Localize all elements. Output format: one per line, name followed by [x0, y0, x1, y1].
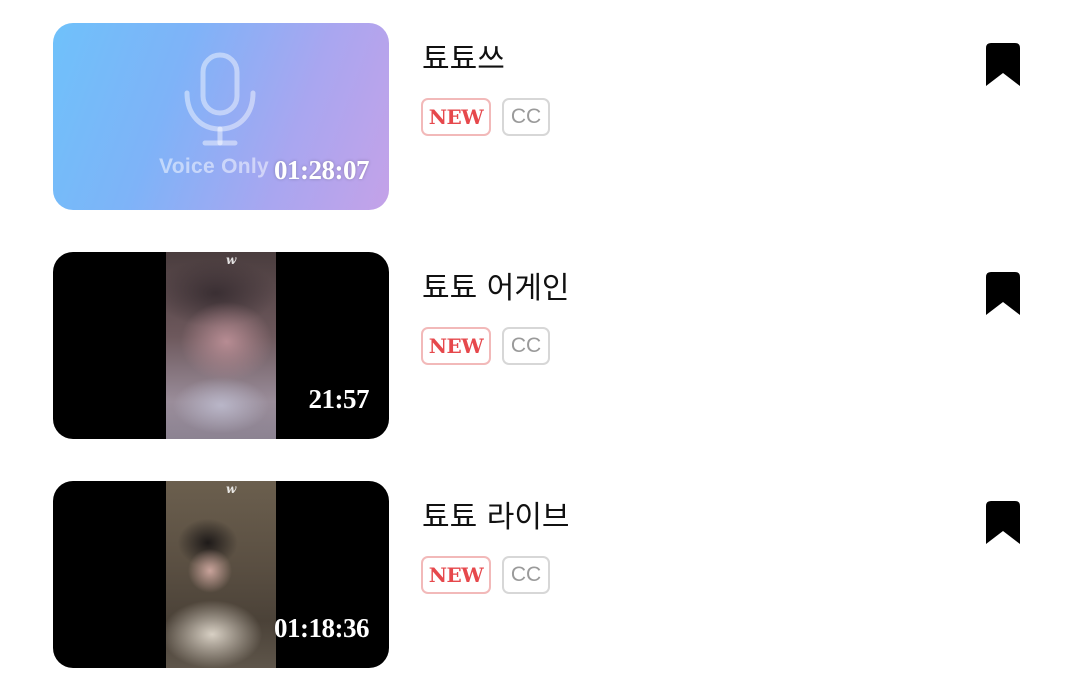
bookmark-icon[interactable] — [983, 42, 1023, 88]
cc-badge: CC — [502, 98, 550, 136]
video-thumbnail[interactable]: Voice Only 01:28:07 — [53, 23, 389, 210]
cc-badge: CC — [502, 556, 550, 594]
microphone-icon — [184, 52, 256, 146]
video-duration: 01:18:36 — [274, 613, 369, 643]
video-list-item[interactable]: w 21:57 툐툐 어게인 NEW CC — [0, 251, 1080, 441]
weverse-watermark-icon: w — [226, 482, 237, 496]
live-video-frame: w — [166, 481, 276, 668]
video-list: Voice Only 01:28:07 툐툐쓰 NEW CC w 21:57 툐… — [0, 0, 1080, 684]
video-duration: 21:57 — [308, 384, 370, 414]
bookmark-icon[interactable] — [983, 500, 1023, 546]
video-thumbnail[interactable]: w 01:18:36 — [53, 481, 389, 668]
voice-only-label: Voice Only — [159, 155, 269, 178]
video-title[interactable]: 툐툐 라이브 — [422, 492, 570, 536]
new-badge: NEW — [421, 327, 491, 365]
weverse-watermark-icon: w — [226, 253, 237, 267]
video-title[interactable]: 툐툐쓰 — [422, 34, 505, 78]
cc-badge: CC — [502, 327, 550, 365]
new-badge: NEW — [421, 98, 491, 136]
video-list-item[interactable]: Voice Only 01:28:07 툐툐쓰 NEW CC — [0, 22, 1080, 212]
video-thumbnail[interactable]: w 21:57 — [53, 252, 389, 439]
video-title[interactable]: 툐툐 어게인 — [422, 263, 570, 307]
video-duration: 01:28:07 — [274, 155, 369, 185]
new-badge: NEW — [421, 556, 491, 594]
live-video-frame: w — [166, 252, 276, 439]
video-list-item[interactable]: w 01:18:36 툐툐 라이브 NEW CC — [0, 480, 1080, 670]
bookmark-icon[interactable] — [983, 271, 1023, 317]
